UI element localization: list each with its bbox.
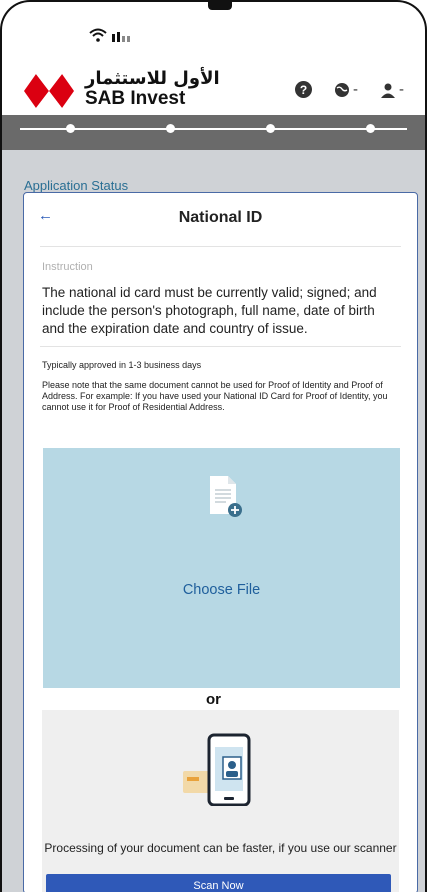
or-separator: or bbox=[206, 691, 221, 708]
account-menu[interactable]: - bbox=[380, 81, 404, 98]
instruction-label: Instruction bbox=[42, 261, 93, 273]
add-document-icon bbox=[210, 476, 242, 517]
approval-time-text: Typically approved in 1-3 business days bbox=[42, 360, 202, 370]
instruction-text: The national id card must be currently v… bbox=[42, 285, 377, 336]
progress-step bbox=[166, 124, 175, 133]
scanner-hint: Processing of your document can be faste… bbox=[44, 841, 397, 855]
user-icon bbox=[381, 83, 395, 98]
chevron-down-icon: - bbox=[353, 81, 358, 98]
file-drop-zone[interactable]: Choose File bbox=[43, 448, 400, 688]
globe-icon bbox=[335, 82, 349, 97]
divider bbox=[40, 346, 401, 347]
signal-icon bbox=[112, 32, 130, 42]
divider bbox=[40, 246, 401, 247]
document-note: Please note that the same document canno… bbox=[42, 380, 388, 412]
wifi-icon bbox=[89, 28, 107, 47]
brand-name-arabic: الأول للاستثمار bbox=[85, 68, 220, 89]
step-progress-bar bbox=[2, 115, 425, 150]
choose-file-link[interactable]: Choose File bbox=[43, 582, 400, 598]
chevron-down-icon: - bbox=[399, 81, 404, 98]
brand-name-english: SAB Invest bbox=[85, 88, 186, 109]
phone-scan-icon bbox=[183, 733, 251, 806]
scan-now-button[interactable]: Scan Now bbox=[46, 874, 391, 892]
help-icon[interactable]: ? bbox=[295, 81, 312, 98]
camera-notch bbox=[208, 2, 232, 10]
language-menu[interactable]: - bbox=[334, 81, 358, 98]
progress-line bbox=[20, 128, 407, 130]
progress-step bbox=[66, 124, 75, 133]
scanner-panel: Processing of your document can be faste… bbox=[42, 710, 399, 892]
card-title: National ID bbox=[178, 209, 263, 226]
section-title: Application Status bbox=[24, 178, 129, 193]
progress-step bbox=[266, 124, 275, 133]
progress-step bbox=[366, 124, 375, 133]
brand-logo-icon bbox=[24, 74, 74, 108]
phone-frame: الأول للاستثمار SAB Invest ? - - Applica… bbox=[0, 0, 427, 892]
